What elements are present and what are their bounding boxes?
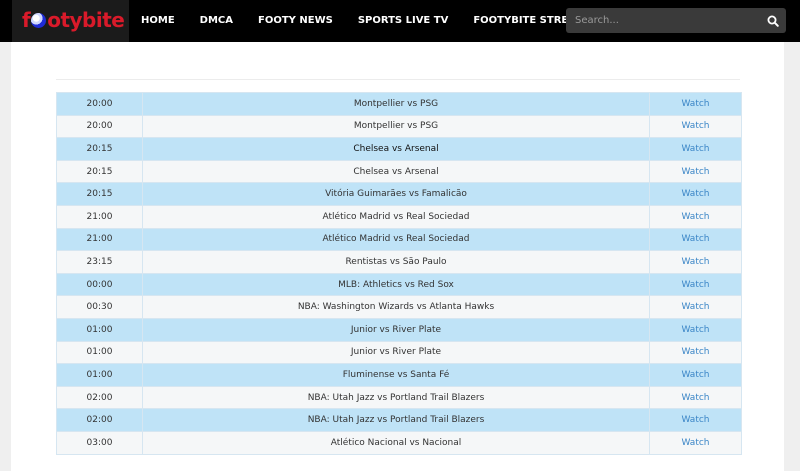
watch-link[interactable]: Watch [649, 340, 742, 365]
watch-link[interactable]: Watch [649, 250, 742, 274]
table-row: 02:00 NBA: Utah Jazz vs Portland Trail Bl… [56, 408, 742, 432]
match-time: 21:00 [56, 204, 143, 229]
match-name: Montpellier vs PSG [142, 92, 650, 116]
table-row: 01:00 Junior vs River Plate Watch [56, 317, 742, 342]
nav-item-dmca[interactable]: DMCA [200, 0, 233, 42]
table-row: 03:00 Atlético Nacional vs Nacional Watch [56, 430, 742, 455]
watch-link[interactable]: Watch [649, 159, 742, 184]
watch-link[interactable]: Watch [649, 227, 742, 252]
table-row: 20:00 Montpellier vs PSG Watch [56, 92, 742, 116]
match-time: 02:00 [56, 385, 143, 410]
watch-link[interactable]: Watch [649, 137, 742, 161]
match-time: 01:00 [56, 340, 143, 365]
match-time: 20:00 [56, 92, 143, 116]
match-name: Atlético Madrid vs Real Sociedad [142, 227, 650, 252]
match-name: NBA: Washington Wizards vs Atlanta Hawks [142, 295, 650, 319]
match-schedule-table: 20:00 Montpellier vs PSG Watch 20:00 Montpel… [56, 92, 742, 455]
main-content: 20:00 Montpellier vs PSG Watch 20:00 Montpel… [11, 42, 784, 471]
match-time: 23:15 [56, 250, 143, 274]
watch-link[interactable]: Watch [649, 430, 742, 455]
match-time: 20:15 [56, 182, 143, 206]
match-name: Rentistas vs São Paulo [142, 250, 650, 274]
table-row: 20:15 Chelsea vs Arsenal Watch [56, 159, 742, 184]
match-time: 02:00 [56, 408, 143, 432]
nav-item-sports-live-tv[interactable]: SPORTS LIVE TV [358, 0, 449, 42]
match-name: MLB: Athletics vs Red Sox [142, 272, 650, 297]
match-name: Vitória Guimarães vs Famalicão [142, 182, 650, 206]
watch-link[interactable]: Watch [649, 295, 742, 319]
table-row: 23:15 Rentistas vs São Paulo Watch [56, 250, 742, 274]
match-time: 01:00 [56, 317, 143, 342]
match-time: 20:00 [56, 114, 143, 139]
table-row: 20:15 Chelsea vs Arsenal Watch [56, 137, 742, 161]
table-row: 20:00 Montpellier vs PSG Watch [56, 114, 742, 139]
match-name: Chelsea vs Arsenal [142, 159, 650, 184]
match-name: Junior vs River Plate [142, 317, 650, 342]
watch-link[interactable]: Watch [649, 114, 742, 139]
table-row: 01:00 Fluminense vs Santa Fé Watch [56, 363, 742, 387]
match-time: 21:00 [56, 227, 143, 252]
top-navigation-bar: f otybite HOME DMCA FOOTY NEWS SPORTS LIVE T… [0, 0, 800, 42]
soccer-ball-icon [31, 13, 47, 28]
table-row: 21:00 Atlético Madrid vs Real Sociedad Wat… [56, 204, 742, 229]
table-row: 21:00 Atlético Madrid vs Real Sociedad Wat… [56, 227, 742, 252]
table-row: 02:00 NBA: Utah Jazz vs Portland Trail Bl… [56, 385, 742, 410]
watch-link[interactable]: Watch [649, 204, 742, 229]
footybite-logo: f otybite [22, 8, 125, 32]
table-row: 20:15 Vitória Guimarães vs Famalicão Watch [56, 182, 742, 206]
watch-link[interactable]: Watch [649, 182, 742, 206]
watch-link[interactable]: Watch [649, 408, 742, 432]
divider [56, 79, 740, 80]
match-name: NBA: Utah Jazz vs Portland Trail Blazers [142, 385, 650, 410]
watch-link[interactable]: Watch [649, 272, 742, 297]
watch-link[interactable]: Watch [649, 363, 742, 387]
match-name: Atlético Madrid vs Real Sociedad [142, 204, 650, 229]
table-row: 00:30 NBA: Washington Wizards vs Atlanta … [56, 295, 742, 319]
match-time: 00:30 [56, 295, 143, 319]
search-button[interactable] [766, 13, 780, 27]
match-name: NBA: Utah Jazz vs Portland Trail Blazers [142, 408, 650, 432]
logo-link[interactable]: f otybite [12, 0, 129, 42]
match-time: 20:15 [56, 159, 143, 184]
search-icon [767, 15, 779, 27]
table-row: 01:00 Junior vs River Plate Watch [56, 340, 742, 365]
match-time: 20:15 [56, 137, 143, 161]
nav-item-home[interactable]: HOME [141, 0, 175, 42]
watch-link[interactable]: Watch [649, 92, 742, 116]
watch-link[interactable]: Watch [649, 385, 742, 410]
nav-item-footy-news[interactable]: FOOTY NEWS [258, 0, 333, 42]
match-name: Fluminense vs Santa Fé [142, 363, 650, 387]
match-name: Chelsea vs Arsenal [142, 137, 650, 161]
match-time: 00:00 [56, 272, 143, 297]
match-time: 01:00 [56, 363, 143, 387]
match-time: 03:00 [56, 430, 143, 455]
search-box [566, 8, 786, 33]
match-name: Montpellier vs PSG [142, 114, 650, 139]
match-name: Junior vs River Plate [142, 340, 650, 365]
search-input[interactable] [566, 8, 756, 33]
watch-link[interactable]: Watch [649, 317, 742, 342]
table-row: 00:00 MLB: Athletics vs Red Sox Watch [56, 272, 742, 297]
match-name: Atlético Nacional vs Nacional [142, 430, 650, 455]
main-nav: HOME DMCA FOOTY NEWS SPORTS LIVE TV FOOTYBIT… [141, 0, 611, 42]
